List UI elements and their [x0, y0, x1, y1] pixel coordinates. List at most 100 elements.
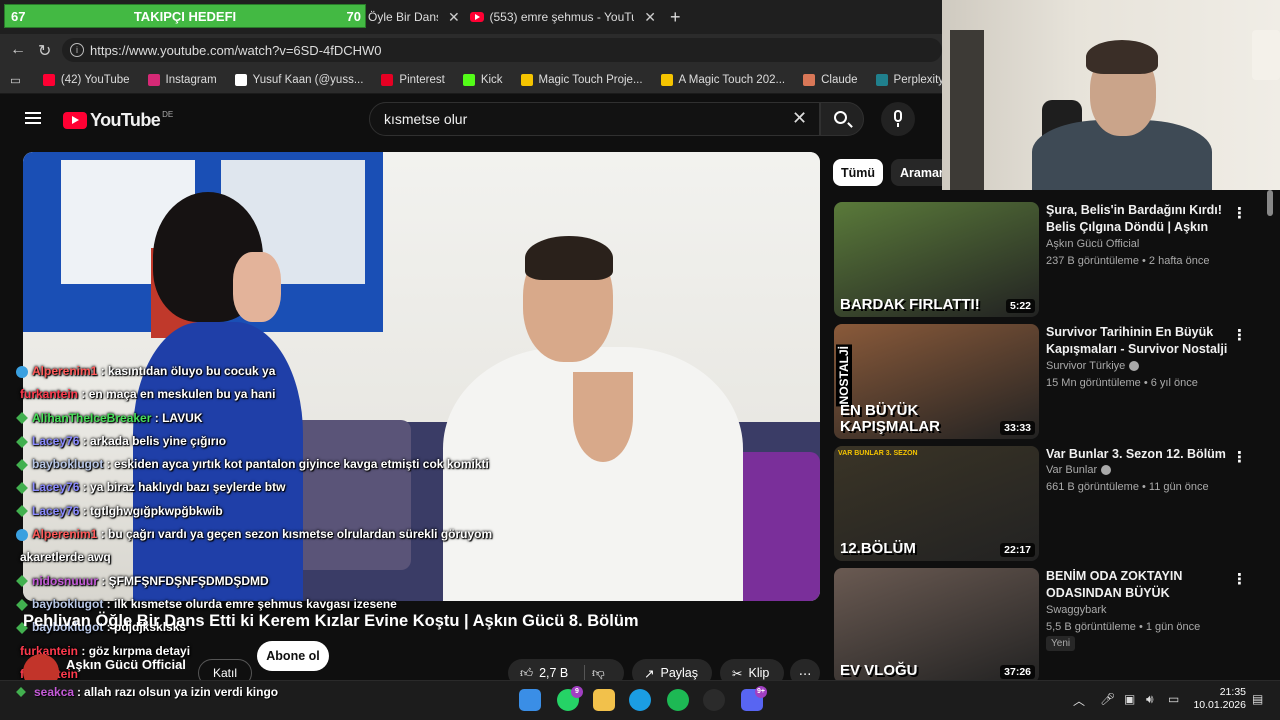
more-options-icon[interactable]: ⋮ [1232, 204, 1247, 222]
youtube-favicon-icon [470, 12, 484, 22]
subscriber-badge-icon [16, 412, 28, 425]
youtube-wordmark: YouTube [90, 110, 161, 130]
close-tab-icon[interactable]: ✕ [448, 9, 460, 26]
site-info-icon[interactable]: i [70, 43, 84, 57]
chat-message: Lacey76 : arkada belis yine çığırıo [16, 430, 516, 453]
bookmark-item[interactable]: Perplexity [875, 73, 944, 86]
search-input[interactable]: kısmetse olur [369, 102, 820, 136]
search-icon [834, 111, 847, 124]
close-tab-icon[interactable]: ✕ [644, 9, 656, 26]
sidebar-scrollbar[interactable] [1266, 190, 1274, 670]
edge-icon[interactable] [629, 689, 651, 711]
bookmark-item[interactable]: Yusuf Kaan (@yuss... [234, 73, 363, 86]
tab-dance-video[interactable]: Öyle Bir Dans Et ✕ [368, 4, 460, 30]
recommendation-meta: 661 B görüntüleme • 11 gün önce [1046, 481, 1209, 493]
youtube-logo[interactable]: YouTube DE [63, 110, 173, 131]
chat-message: bayboklugot : eskiden ayca yırtık kot pa… [16, 453, 516, 476]
chat-message-text: kasıntıdan öluyo bu cocuk ya [108, 364, 276, 378]
recommendation-channel[interactable]: Swaggybark [1046, 604, 1107, 616]
clear-search-icon[interactable]: ✕ [792, 108, 807, 129]
recommendation-card[interactable]: EV VLOĞU 37:26 BENİM ODA ZOKTAYIN ODASINDA… [834, 568, 1264, 684]
chip-all[interactable]: Tümü [833, 159, 883, 186]
bookmark-item[interactable]: (42) YouTube [42, 73, 130, 86]
tray-overflow-icon[interactable]: ︿ [1073, 692, 1085, 709]
more-options-icon[interactable]: ⋮ [1232, 570, 1247, 588]
tab-youtube-search[interactable]: (553) emre şehmus - YouTube ✕ [470, 4, 656, 30]
more-options-icon[interactable]: ⋮ [1232, 448, 1247, 466]
network-icon[interactable]: ▣ [1124, 692, 1135, 706]
recommendation-title[interactable]: Var Bunlar 3. Sezon 12. Bölüm [1046, 446, 1242, 463]
video-thumbnail[interactable]: VAR BUNLAR 3. SEZON 12.BÖLÜM 22:17 [834, 446, 1039, 561]
chat-username: Lacey76 [32, 480, 80, 495]
recommendation-card[interactable]: NOSTALJİ EN BÜYÜK KAPIŞMALAR 33:33 Survivor… [834, 324, 1264, 440]
chat-message-text: ŞFMFŞNFDŞNFŞDMDŞDMD [108, 573, 269, 588]
url-field[interactable]: i https://www.youtube.com/watch?v=6SD-4f… [62, 38, 942, 62]
chat-username: Alperenim1 [32, 527, 98, 542]
webcam-overlay [942, 0, 1280, 190]
clock-time: 21:35 [1219, 686, 1246, 698]
apps-grid-icon[interactable]: ▭ [10, 73, 21, 87]
verified-check-icon [1101, 465, 1112, 476]
chat-username: Alperenim1 [32, 364, 98, 378]
recommendation-channel[interactable]: Survivor Türkiye [1046, 360, 1140, 372]
chat-message-text: eskiden ayca yırtık kot pantalon giyince… [114, 457, 489, 472]
country-code: DE [162, 110, 174, 119]
bookmark-item[interactable]: Instagram [147, 73, 217, 86]
microphone-tray-icon[interactable]: 🎤︎ [1100, 692, 1115, 706]
like-count: 2,7 B [539, 666, 569, 680]
reload-icon[interactable]: ↻ [38, 41, 51, 61]
bookmark-item[interactable]: Claude [803, 73, 858, 86]
video-thumbnail[interactable]: NOSTALJİ EN BÜYÜK KAPIŞMALAR 33:33 [834, 324, 1039, 439]
thumbnail-overlay-text: EN BÜYÜK KAPIŞMALAR [840, 402, 940, 435]
follower-goal-label: TAKIPÇI HEDEFI [133, 8, 237, 24]
chat-message-text: en maça en meskulen bu ya hani [88, 387, 276, 402]
voice-search-button[interactable] [881, 102, 915, 136]
subscriber-badge-icon [16, 598, 28, 611]
obs-icon[interactable] [703, 689, 725, 711]
new-tab-icon[interactable]: + [670, 4, 681, 30]
clip-label: Klip [748, 666, 770, 680]
bookmark-item[interactable]: Magic Touch Proje... [520, 73, 643, 86]
bookmark-label: Claude [821, 73, 858, 86]
volume-icon[interactable]: 🔊︎ [1146, 692, 1154, 707]
bookmark-favicon-icon [660, 73, 673, 86]
chat-message: nidosnuuur : ŞFMFŞNFDŞNFŞDMDŞDMD [16, 570, 516, 593]
recommendation-title[interactable]: BENİM ODA ZOKTAYIN ODASINDAN BÜYÜK [1046, 568, 1242, 602]
thumbnail-side-label: NOSTALJİ [836, 344, 852, 407]
file-explorer-icon[interactable] [593, 689, 615, 711]
recommendation-title[interactable]: Survivor Tarihinin En Büyük Kapışmaları … [1046, 324, 1242, 358]
dislike-icon[interactable]: 👎︎ [592, 666, 605, 681]
search-button[interactable] [820, 102, 864, 136]
back-arrow-icon[interactable]: ← [10, 41, 26, 59]
menu-icon[interactable] [25, 112, 41, 124]
subscriber-badge-icon [16, 458, 28, 471]
recommendation-channel[interactable]: Aşkın Gücü Official [1046, 238, 1139, 250]
battery-icon[interactable]: ▭ [1168, 692, 1179, 706]
bookmark-item[interactable]: Pinterest [381, 73, 445, 86]
recommendation-title[interactable]: Şura, Belis'in Bardağını Kırdı! Belis Çı… [1046, 202, 1242, 236]
subscriber-badge-icon [16, 435, 28, 448]
chat-message: Alperenim1 : kasıntıdan öluyo bu cocuk y… [16, 360, 516, 383]
recommendation-meta: 15 Mn görüntüleme • 6 yıl önce [1046, 377, 1198, 389]
verified-check-icon [1129, 361, 1140, 372]
share-icon: ↗ [644, 666, 655, 681]
recommendation-card[interactable]: BARDAK FIRLATTI! 5:22 Şura, Belis'in Barda… [834, 202, 1264, 318]
video-thumbnail[interactable]: EV VLOĞU 37:26 [834, 568, 1039, 683]
recommendation-card[interactable]: VAR BUNLAR 3. SEZON 12.BÖLÜM 22:17 Var Bunl… [834, 446, 1264, 562]
video-thumbnail[interactable]: BARDAK FIRLATTI! 5:22 [834, 202, 1039, 317]
url-text: https://www.youtube.com/watch?v=6SD-4fDC… [90, 42, 382, 58]
bookmark-item[interactable]: A Magic Touch 202... [660, 73, 785, 86]
subscribe-button[interactable]: Abone ol [257, 641, 329, 671]
recommendation-channel[interactable]: Var Bunlar [1046, 464, 1112, 476]
system-clock[interactable]: 21:35 10.01.2026 [1190, 686, 1246, 712]
more-options-icon[interactable]: ⋮ [1232, 326, 1247, 344]
search-query-text: kısmetse olur [384, 111, 468, 127]
like-icon[interactable]: 👍︎ [520, 666, 533, 681]
notifications-icon[interactable]: ▤ [1252, 692, 1263, 706]
stream-chat-overlay: Alperenim1 : kasıntıdan öluyo bu cocuk y… [16, 360, 516, 686]
windows-start-icon[interactable] [519, 689, 541, 711]
spotify-icon[interactable] [667, 689, 689, 711]
bookmark-item[interactable]: Kick [462, 73, 503, 86]
channel-name[interactable]: Aşkın Gücü Official [66, 657, 186, 672]
follower-goal-target: 70 [346, 8, 361, 24]
